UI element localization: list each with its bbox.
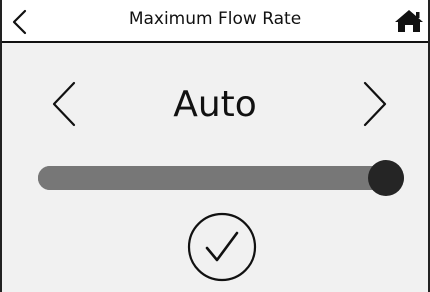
check-circle-icon <box>187 212 257 282</box>
chevron-right-icon <box>363 81 387 127</box>
confirm-button[interactable] <box>186 211 258 283</box>
flow-rate-screen: Maximum Flow Rate Auto <box>0 0 430 292</box>
header-bar: Maximum Flow Rate <box>2 0 428 43</box>
slider-fill <box>38 166 386 190</box>
home-icon <box>395 10 423 32</box>
page-title: Maximum Flow Rate <box>128 9 302 29</box>
flow-rate-slider[interactable] <box>38 160 404 196</box>
slider-thumb[interactable] <box>367 160 404 196</box>
next-option-button[interactable] <box>355 76 395 132</box>
home-button[interactable] <box>392 4 426 38</box>
